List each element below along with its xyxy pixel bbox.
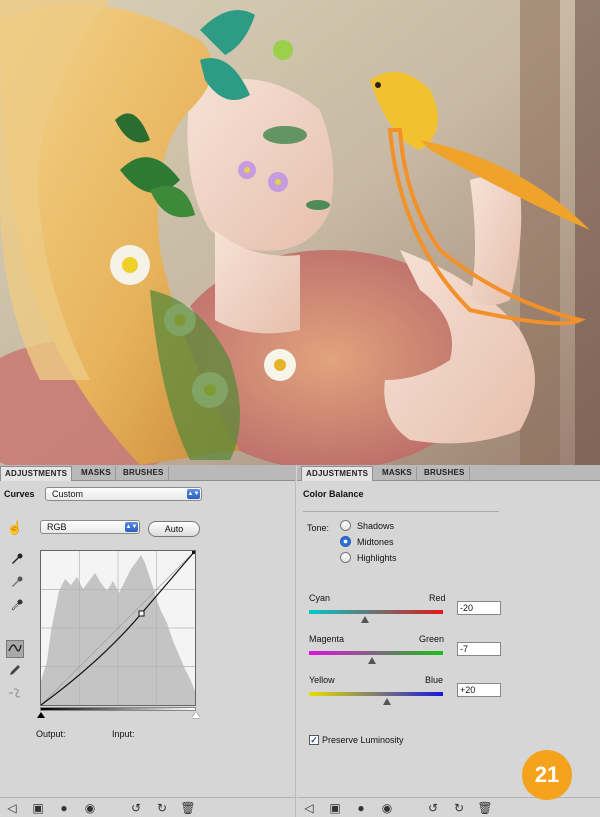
tab-masks[interactable]: MASKS: [378, 466, 417, 481]
smooth-curve-icon[interactable]: [6, 686, 24, 704]
black-input-slider[interactable]: [37, 712, 45, 718]
channel-dropdown[interactable]: RGB ▲▼: [40, 520, 140, 534]
slider-cyan-label: Cyan: [309, 593, 331, 603]
delete-icon[interactable]: 🗑: [477, 800, 493, 816]
reset-icon[interactable]: ↻: [451, 800, 467, 816]
dropdown-arrow-icon: ▲▼: [125, 522, 138, 532]
view-previous-icon[interactable]: ↺: [128, 800, 144, 816]
yellow-blue-value-field[interactable]: +20: [457, 683, 501, 697]
on-image-adjust-icon[interactable]: ☝: [6, 519, 24, 537]
adjustment-title: Color Balance: [303, 489, 364, 499]
tab-adjustments[interactable]: ADJUSTMENTS: [301, 466, 374, 481]
preserve-luminosity-label: Preserve Luminosity: [322, 735, 404, 745]
back-icon[interactable]: ◁: [301, 800, 317, 816]
magenta-green-slider-thumb[interactable]: [367, 657, 376, 664]
curve-points-icon[interactable]: [6, 640, 24, 658]
yellow-blue-slider-track[interactable]: [309, 692, 443, 696]
pencil-icon[interactable]: [6, 663, 24, 681]
input-gradient-bar: [40, 707, 196, 711]
tone-highlights-radio[interactable]: [340, 552, 351, 563]
tab-brushes[interactable]: BRUSHES: [420, 466, 470, 481]
curves-graph[interactable]: [40, 550, 196, 706]
fantasy-portrait-artwork: [0, 0, 600, 465]
dropdown-arrow-icon: ▲▼: [187, 489, 200, 499]
slider-red-label: Red: [429, 593, 446, 603]
cyan-red-value-field[interactable]: -20: [457, 601, 501, 615]
clip-to-layer-icon[interactable]: ●: [353, 800, 369, 816]
back-icon[interactable]: ◁: [4, 800, 20, 816]
black-point-eyedropper-icon[interactable]: [8, 552, 26, 570]
tone-label: Tone:: [307, 523, 330, 533]
slider-magenta-label: Magenta: [309, 634, 345, 644]
title-divider: [303, 511, 499, 512]
preserve-luminosity-checkbox[interactable]: ✓: [309, 735, 319, 745]
cyan-red-slider-thumb[interactable]: [361, 616, 370, 623]
slider-yellow-label: Yellow: [309, 675, 335, 685]
tone-midtones-label: Midtones: [357, 537, 394, 547]
tab-adjustments[interactable]: ADJUSTMENTS: [0, 466, 73, 481]
tone-highlights-label: Highlights: [357, 553, 397, 563]
visibility-eye-icon[interactable]: ◉: [379, 800, 395, 816]
tone-shadows-label: Shadows: [357, 521, 395, 531]
curve-endpoint-top[interactable]: [192, 551, 195, 554]
visibility-eye-icon[interactable]: ◉: [82, 800, 98, 816]
artwork-illustration: [0, 0, 600, 465]
adjustment-title: Curves: [4, 489, 35, 499]
slider-blue-label: Blue: [425, 675, 444, 685]
slider-green-label: Green: [419, 634, 445, 644]
curves-adjustments-panel: ADJUSTMENTS MASKS BRUSHES Curves Custom …: [0, 465, 296, 817]
tone-shadows-radio[interactable]: [340, 520, 351, 531]
panel-tab-bar: ADJUSTMENTS MASKS BRUSHES: [297, 465, 600, 481]
curves-graph-canvas: [40, 550, 196, 706]
view-previous-icon[interactable]: ↺: [425, 800, 441, 816]
clip-to-layer-icon[interactable]: ●: [56, 800, 72, 816]
reset-icon[interactable]: ↻: [154, 800, 170, 816]
curve-control-point[interactable]: [138, 610, 145, 617]
output-label: Output:: [36, 729, 66, 739]
layer-view-icon[interactable]: ▣: [327, 800, 343, 816]
preset-dropdown[interactable]: Custom ▲▼: [45, 487, 202, 501]
panel-footer: ◁ ▣ ● ◉ ↺ ↻ 🗑: [0, 797, 295, 817]
tone-midtones-radio[interactable]: [340, 536, 351, 547]
magenta-green-slider-track[interactable]: [309, 651, 443, 655]
layer-view-icon[interactable]: ▣: [30, 800, 46, 816]
tab-brushes[interactable]: BRUSHES: [119, 466, 169, 481]
white-point-eyedropper-icon[interactable]: [8, 598, 26, 616]
delete-icon[interactable]: 🗑: [180, 800, 196, 816]
tab-masks[interactable]: MASKS: [77, 466, 116, 481]
preset-value: Custom: [52, 489, 84, 499]
channel-value: RGB: [47, 522, 67, 532]
magenta-green-value-field[interactable]: -7: [457, 642, 501, 656]
panel-tab-bar: ADJUSTMENTS MASKS BRUSHES: [0, 465, 295, 481]
step-number-badge: 21: [522, 750, 572, 800]
gray-point-eyedropper-icon[interactable]: [8, 575, 26, 593]
cyan-red-slider-track[interactable]: [309, 610, 443, 614]
input-label: Input:: [112, 729, 135, 739]
white-input-slider[interactable]: [192, 712, 200, 718]
auto-button[interactable]: Auto: [148, 521, 200, 537]
yellow-blue-slider-thumb[interactable]: [382, 698, 391, 705]
panel-footer: ◁ ▣ ● ◉ ↺ ↻ 🗑: [297, 797, 600, 817]
